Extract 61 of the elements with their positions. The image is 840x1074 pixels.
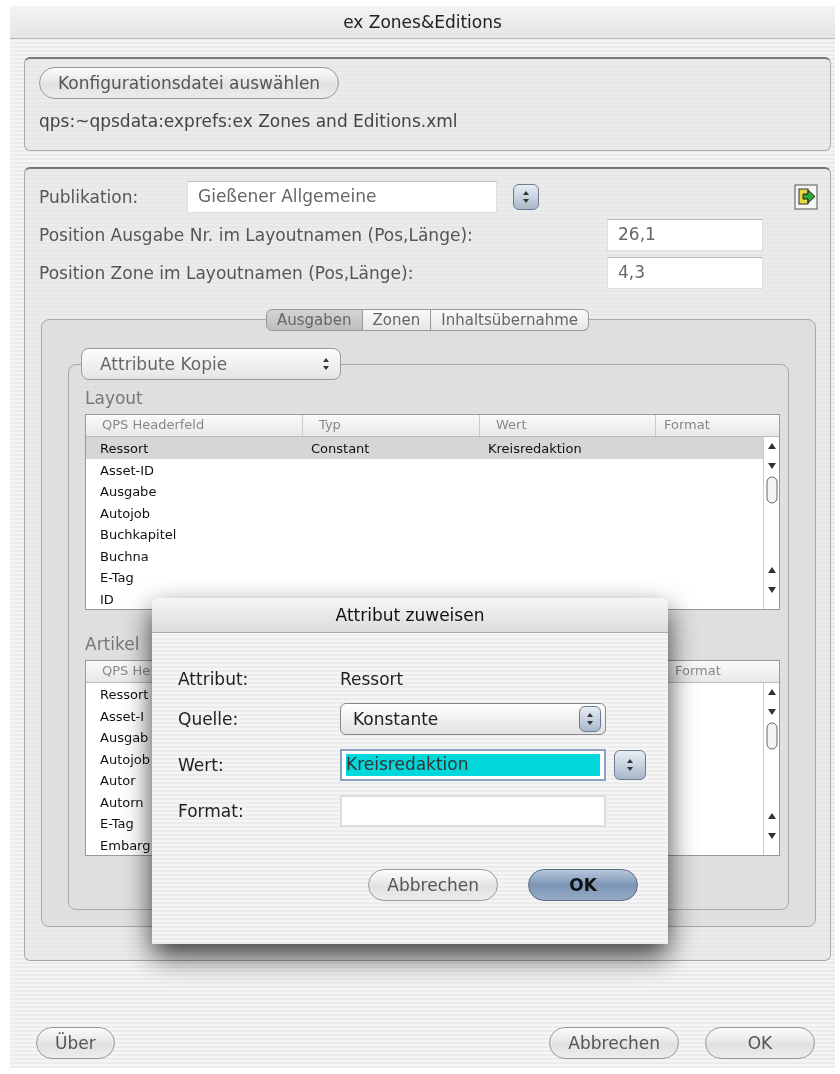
table-row[interactable]: Buchkapitel bbox=[86, 523, 763, 545]
table-row[interactable]: Asset-ID bbox=[86, 458, 763, 480]
table-row[interactable]: Ressort Constant Kreisredaktion bbox=[86, 437, 763, 459]
up-down-arrows-icon bbox=[586, 712, 594, 726]
table-cell: E-Tag bbox=[100, 570, 134, 586]
table-cell: Kreisredaktion bbox=[488, 441, 582, 457]
table-cell: Asset-ID bbox=[100, 462, 155, 478]
table-cell: Autojob bbox=[100, 505, 150, 521]
table-row[interactable]: E-Tag bbox=[86, 566, 763, 588]
table-cell: Buchkapitel bbox=[100, 527, 177, 543]
up-down-arrows-icon bbox=[322, 357, 330, 371]
publikation-field[interactable]: Gießener Allgemeine bbox=[187, 181, 497, 213]
wert-label: Wert: bbox=[178, 755, 225, 775]
tab[interactable]: Zonen bbox=[362, 309, 432, 331]
dialog-button[interactable]: OK bbox=[705, 1027, 815, 1059]
quelle-label: Quelle: bbox=[178, 709, 240, 729]
table-cell: Ausgabe bbox=[100, 484, 157, 500]
format-field[interactable] bbox=[340, 795, 606, 827]
table-row[interactable]: Ausgabe bbox=[86, 480, 763, 502]
column-header: Wert bbox=[480, 415, 656, 436]
file-path: qps:~qpsdata:exprefs:ex Zones and Editions.xml bbox=[39, 111, 459, 131]
field-label: Position Ausgabe Nr. im Layoutnamen (Pos,Länge): bbox=[39, 225, 474, 245]
dialog-button[interactable]: OK bbox=[528, 869, 638, 901]
popup-stepper[interactable] bbox=[513, 184, 539, 210]
table-cell: Ressort bbox=[100, 441, 149, 457]
format-label: Format: bbox=[178, 801, 245, 821]
dialog-button[interactable]: Abbrechen bbox=[368, 869, 498, 901]
table-cell: Ausgab bbox=[100, 730, 149, 746]
dialog-button[interactable]: Abbrechen bbox=[549, 1027, 679, 1059]
wert-field[interactable]: Kreisredaktion bbox=[340, 749, 606, 781]
position-field[interactable]: 26,1 bbox=[607, 219, 763, 251]
column-header: Typ bbox=[303, 415, 480, 436]
position-field[interactable]: 4,3 bbox=[607, 257, 763, 289]
up-down-arrows-icon bbox=[626, 758, 634, 772]
up-down-arrows-icon bbox=[522, 190, 530, 204]
column-header: QPS Headerfeld bbox=[86, 415, 303, 436]
section-title: Artikel bbox=[85, 634, 141, 654]
table-row[interactable]: Buchna bbox=[86, 544, 763, 566]
table-cell: ID bbox=[100, 591, 114, 607]
table-cell: Autor bbox=[100, 773, 136, 789]
table-cell: E-Tag bbox=[100, 816, 134, 832]
table-row[interactable]: Autojob bbox=[86, 501, 763, 523]
attribut-value: Ressort bbox=[340, 669, 405, 689]
dialog-title: Attribut zuweisen bbox=[152, 598, 668, 633]
popup-stepper[interactable] bbox=[614, 750, 646, 780]
publikation-label: Publikation: bbox=[39, 187, 140, 207]
mode-popup[interactable]: Attribute Kopie bbox=[81, 348, 341, 380]
table-cell: Buchna bbox=[100, 548, 149, 564]
column-header: Format bbox=[674, 662, 722, 680]
field-label: Position Zone im Layoutnamen (Pos,Länge): bbox=[39, 263, 415, 283]
tab[interactable]: Inhaltsübernahme bbox=[431, 309, 589, 331]
tab[interactable]: Ausgaben bbox=[266, 309, 363, 331]
choose-file-button[interactable]: Konfigurationsdatei auswählen bbox=[39, 67, 340, 99]
table-cell: Ressort bbox=[100, 687, 149, 703]
column-header: Format bbox=[663, 416, 711, 434]
window-title: ex Zones&Editions bbox=[10, 6, 835, 39]
table-cell: Embarg bbox=[100, 837, 151, 853]
table-cell: Constant bbox=[311, 441, 370, 457]
section-title: Layout bbox=[85, 388, 144, 408]
quelle-popup[interactable]: Konstante bbox=[340, 703, 606, 735]
dialog-button[interactable]: Über bbox=[36, 1027, 115, 1059]
